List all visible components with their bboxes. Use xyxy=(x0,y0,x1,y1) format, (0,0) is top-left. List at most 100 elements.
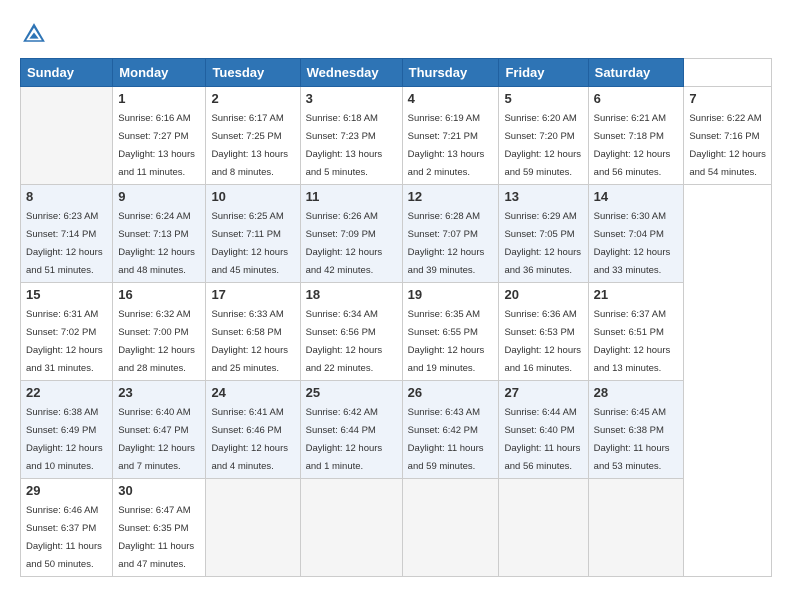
day-number: 29 xyxy=(26,483,107,498)
calendar-cell: 28 Sunrise: 6:45 AM Sunset: 6:38 PM Dayli… xyxy=(588,381,684,479)
day-detail: Sunrise: 6:21 AM Sunset: 7:18 PM Dayligh… xyxy=(594,113,671,178)
calendar-cell: 1 Sunrise: 6:16 AM Sunset: 7:27 PM Daylig… xyxy=(113,87,206,185)
page: Sunday Monday Tuesday Wednesday Thursday… xyxy=(0,0,792,612)
calendar-cell: 11 Sunrise: 6:26 AM Sunset: 7:09 PM Dayli… xyxy=(300,185,402,283)
day-detail: Sunrise: 6:17 AM Sunset: 7:25 PM Dayligh… xyxy=(211,113,288,178)
calendar-cell: 13 Sunrise: 6:29 AM Sunset: 7:05 PM Dayli… xyxy=(499,185,588,283)
day-number: 2 xyxy=(211,91,294,106)
day-detail: Sunrise: 6:30 AM Sunset: 7:04 PM Dayligh… xyxy=(594,211,671,276)
calendar-cell: 29 Sunrise: 6:46 AM Sunset: 6:37 PM Dayli… xyxy=(21,479,113,577)
col-thursday: Thursday xyxy=(402,59,499,87)
day-number: 8 xyxy=(26,189,107,204)
calendar-cell: 7Sunrise: 6:22 AM Sunset: 7:16 PM Daylig… xyxy=(684,87,772,185)
day-number: 30 xyxy=(118,483,200,498)
day-detail: Sunrise: 6:26 AM Sunset: 7:09 PM Dayligh… xyxy=(306,211,383,276)
day-detail: Sunrise: 6:36 AM Sunset: 6:53 PM Dayligh… xyxy=(504,309,581,374)
logo-icon xyxy=(20,20,48,48)
day-number: 24 xyxy=(211,385,294,400)
calendar-cell: 23Sunrise: 6:40 AM Sunset: 6:47 PM Dayli… xyxy=(113,381,206,479)
calendar-week-4: 22 Sunrise: 6:38 AM Sunset: 6:49 PM Dayli… xyxy=(21,381,772,479)
calendar-cell xyxy=(402,479,499,577)
day-number: 27 xyxy=(504,385,582,400)
day-number: 16 xyxy=(118,287,200,302)
calendar-cell: 27 Sunrise: 6:44 AM Sunset: 6:40 PM Dayli… xyxy=(499,381,588,479)
calendar-cell: 22 Sunrise: 6:38 AM Sunset: 6:49 PM Dayli… xyxy=(21,381,113,479)
calendar: Sunday Monday Tuesday Wednesday Thursday… xyxy=(20,58,772,577)
day-number: 13 xyxy=(504,189,582,204)
day-number: 18 xyxy=(306,287,397,302)
calendar-cell: 2 Sunrise: 6:17 AM Sunset: 7:25 PM Daylig… xyxy=(206,87,300,185)
day-detail: Sunrise: 6:18 AM Sunset: 7:23 PM Dayligh… xyxy=(306,113,383,178)
calendar-cell: 19 Sunrise: 6:35 AM Sunset: 6:55 PM Dayli… xyxy=(402,283,499,381)
day-number: 4 xyxy=(408,91,494,106)
day-number: 17 xyxy=(211,287,294,302)
day-number: 26 xyxy=(408,385,494,400)
calendar-cell xyxy=(21,87,113,185)
day-detail: Sunrise: 6:16 AM Sunset: 7:27 PM Dayligh… xyxy=(118,113,195,178)
day-detail: Sunrise: 6:35 AM Sunset: 6:55 PM Dayligh… xyxy=(408,309,485,374)
calendar-week-1: 1 Sunrise: 6:16 AM Sunset: 7:27 PM Daylig… xyxy=(21,87,772,185)
day-number: 12 xyxy=(408,189,494,204)
day-detail: Sunrise: 6:24 AM Sunset: 7:13 PM Dayligh… xyxy=(118,211,195,276)
day-number: 3 xyxy=(306,91,397,106)
day-detail: Sunrise: 6:33 AM Sunset: 6:58 PM Dayligh… xyxy=(211,309,288,374)
calendar-cell xyxy=(588,479,684,577)
day-number: 9 xyxy=(118,189,200,204)
logo xyxy=(20,20,54,48)
calendar-cell: 24Sunrise: 6:41 AM Sunset: 6:46 PM Dayli… xyxy=(206,381,300,479)
calendar-cell: 4 Sunrise: 6:19 AM Sunset: 7:21 PM Daylig… xyxy=(402,87,499,185)
col-friday: Friday xyxy=(499,59,588,87)
header-row: Sunday Monday Tuesday Wednesday Thursday… xyxy=(21,59,772,87)
col-saturday: Saturday xyxy=(588,59,684,87)
col-monday: Monday xyxy=(113,59,206,87)
calendar-cell: 21Sunrise: 6:37 AM Sunset: 6:51 PM Dayli… xyxy=(588,283,684,381)
calendar-cell: 25Sunrise: 6:42 AM Sunset: 6:44 PM Dayli… xyxy=(300,381,402,479)
day-detail: Sunrise: 6:28 AM Sunset: 7:07 PM Dayligh… xyxy=(408,211,485,276)
calendar-week-3: 15Sunrise: 6:31 AM Sunset: 7:02 PM Dayli… xyxy=(21,283,772,381)
calendar-cell: 10 Sunrise: 6:25 AM Sunset: 7:11 PM Dayli… xyxy=(206,185,300,283)
day-number: 22 xyxy=(26,385,107,400)
day-detail: Sunrise: 6:32 AM Sunset: 7:00 PM Dayligh… xyxy=(118,309,195,374)
day-number: 10 xyxy=(211,189,294,204)
day-number: 1 xyxy=(118,91,200,106)
day-number: 5 xyxy=(504,91,582,106)
calendar-week-5: 29 Sunrise: 6:46 AM Sunset: 6:37 PM Dayli… xyxy=(21,479,772,577)
day-number: 21 xyxy=(594,287,679,302)
calendar-cell: 26 Sunrise: 6:43 AM Sunset: 6:42 PM Dayli… xyxy=(402,381,499,479)
day-number: 19 xyxy=(408,287,494,302)
calendar-cell xyxy=(499,479,588,577)
col-wednesday: Wednesday xyxy=(300,59,402,87)
day-number: 25 xyxy=(306,385,397,400)
day-detail: Sunrise: 6:31 AM Sunset: 7:02 PM Dayligh… xyxy=(26,309,103,374)
day-detail: Sunrise: 6:46 AM Sunset: 6:37 PM Dayligh… xyxy=(26,505,102,570)
col-sunday: Sunday xyxy=(21,59,113,87)
day-detail: Sunrise: 6:29 AM Sunset: 7:05 PM Dayligh… xyxy=(504,211,581,276)
calendar-cell: 20 Sunrise: 6:36 AM Sunset: 6:53 PM Dayli… xyxy=(499,283,588,381)
calendar-cell: 3 Sunrise: 6:18 AM Sunset: 7:23 PM Daylig… xyxy=(300,87,402,185)
calendar-cell: 16 Sunrise: 6:32 AM Sunset: 7:00 PM Dayli… xyxy=(113,283,206,381)
day-detail: Sunrise: 6:19 AM Sunset: 7:21 PM Dayligh… xyxy=(408,113,485,178)
day-number: 14 xyxy=(594,189,679,204)
day-detail: Sunrise: 6:40 AM Sunset: 6:47 PM Dayligh… xyxy=(118,407,195,472)
calendar-cell xyxy=(206,479,300,577)
calendar-cell: 15Sunrise: 6:31 AM Sunset: 7:02 PM Dayli… xyxy=(21,283,113,381)
day-number: 28 xyxy=(594,385,679,400)
day-detail: Sunrise: 6:23 AM Sunset: 7:14 PM Dayligh… xyxy=(26,211,103,276)
calendar-cell: 18Sunrise: 6:34 AM Sunset: 6:56 PM Dayli… xyxy=(300,283,402,381)
day-detail: Sunrise: 6:20 AM Sunset: 7:20 PM Dayligh… xyxy=(504,113,581,178)
day-detail: Sunrise: 6:44 AM Sunset: 6:40 PM Dayligh… xyxy=(504,407,580,472)
day-number: 11 xyxy=(306,189,397,204)
day-detail: Sunrise: 6:43 AM Sunset: 6:42 PM Dayligh… xyxy=(408,407,484,472)
calendar-cell: 14 Sunrise: 6:30 AM Sunset: 7:04 PM Dayli… xyxy=(588,185,684,283)
day-number: 7 xyxy=(689,91,766,106)
header xyxy=(20,16,772,48)
day-number: 20 xyxy=(504,287,582,302)
calendar-cell: 30 Sunrise: 6:47 AM Sunset: 6:35 PM Dayli… xyxy=(113,479,206,577)
day-detail: Sunrise: 6:45 AM Sunset: 6:38 PM Dayligh… xyxy=(594,407,670,472)
calendar-cell: 6 Sunrise: 6:21 AM Sunset: 7:18 PM Daylig… xyxy=(588,87,684,185)
day-detail: Sunrise: 6:47 AM Sunset: 6:35 PM Dayligh… xyxy=(118,505,194,570)
day-number: 6 xyxy=(594,91,679,106)
day-detail: Sunrise: 6:38 AM Sunset: 6:49 PM Dayligh… xyxy=(26,407,103,472)
day-detail: Sunrise: 6:25 AM Sunset: 7:11 PM Dayligh… xyxy=(211,211,288,276)
calendar-cell: 9 Sunrise: 6:24 AM Sunset: 7:13 PM Daylig… xyxy=(113,185,206,283)
